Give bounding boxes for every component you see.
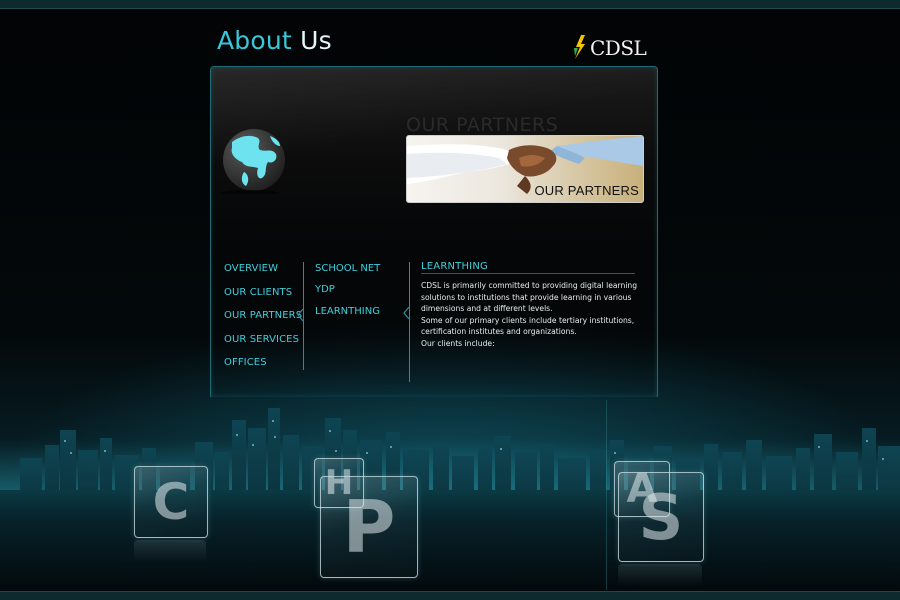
nav-item-our-clients[interactable]: OUR CLIENTS (224, 287, 292, 298)
decor-line (606, 400, 607, 590)
subnav-item-school-net[interactable]: SCHOOL NET (315, 263, 380, 274)
partners-banner-image: OUR PARTNERS (406, 135, 644, 203)
page-title-part2: Us (300, 26, 332, 55)
subnav-divider (409, 262, 410, 382)
section-heading: LEARNTHING (421, 261, 488, 272)
cdsl-logo-mark-icon (574, 35, 585, 59)
body-paragraph-1: CDSL is primarily committed to providing… (421, 281, 638, 314)
glass-tile-s[interactable]: S (618, 472, 704, 562)
glass-tile-c[interactable]: C (134, 466, 208, 538)
body-paragraph-3: Our clients include: (421, 338, 495, 348)
nav-item-overview[interactable]: OVERVIEW (224, 263, 278, 274)
cdsl-logo: CDSL (572, 34, 648, 62)
page-title: About Us (217, 26, 332, 56)
banner-label: OUR PARTNERS (534, 183, 639, 198)
body-paragraph-2: Some of our primary clients include tert… (421, 315, 635, 337)
about-us-page: About Us CDSL OUR PARTNERS OUR PARTNERS … (0, 0, 900, 600)
globe-icon (220, 129, 285, 194)
glass-tile-p[interactable]: P (320, 476, 418, 578)
chevron-left-icon (403, 307, 410, 319)
page-title-part1: About (217, 26, 292, 55)
nav-item-offices[interactable]: OFFICES (224, 357, 267, 368)
top-frame-bar (0, 0, 900, 9)
nav-item-our-services[interactable]: OUR SERVICES (224, 334, 299, 345)
chevron-left-icon (297, 309, 304, 321)
glass-tile-s-reflection (618, 564, 702, 586)
subnav-item-ydp[interactable]: YDP (315, 284, 335, 295)
ghost-heading: OUR PARTNERS (406, 114, 559, 136)
glass-tile-c-reflection (134, 540, 206, 562)
cdsl-logo-text: CDSL (590, 36, 647, 60)
section-body: CDSL is primarily committed to providing… (421, 280, 641, 350)
bottom-frame-bar (0, 591, 900, 600)
section-rule (421, 273, 635, 274)
subnav-item-learnthing[interactable]: LEARNTHING (315, 306, 380, 317)
nav-item-our-partners[interactable]: OUR PARTNERS (224, 310, 302, 321)
